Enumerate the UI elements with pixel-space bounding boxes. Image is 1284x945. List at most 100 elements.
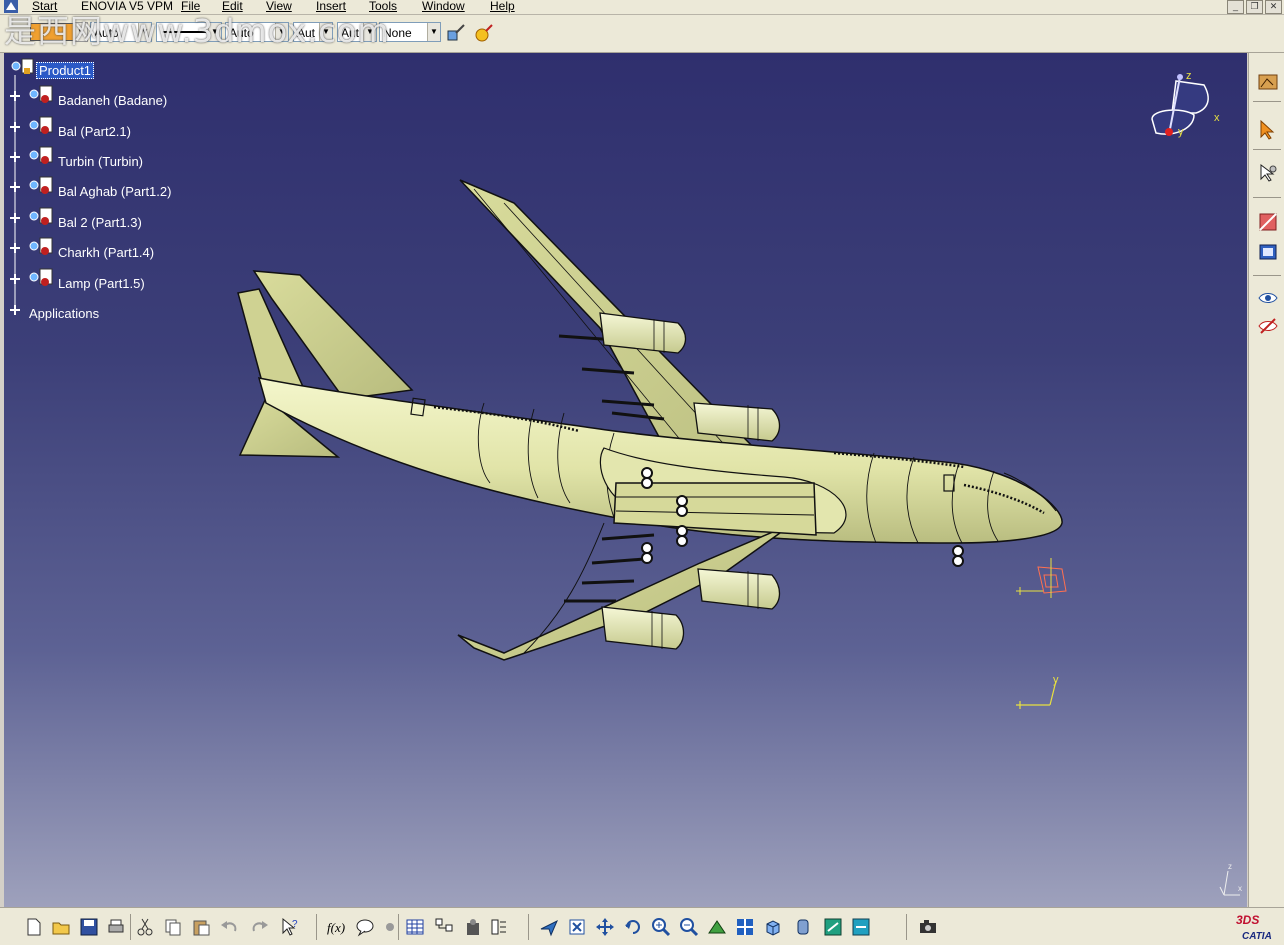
compass-x-label: x [1214, 112, 1220, 124]
minimize-icon[interactable]: _ [1227, 0, 1244, 14]
restore-icon[interactable]: ❐ [1246, 0, 1263, 14]
catalog-icon[interactable] [1257, 241, 1279, 263]
logo-mark-text: 3DS [1236, 913, 1259, 927]
origin-marker[interactable] [1016, 558, 1067, 598]
chevron-down-icon: ▼ [427, 23, 440, 41]
menu-enovia[interactable]: ENOVIA V5 VPM [81, 0, 173, 13]
workbench-icon[interactable] [1257, 71, 1279, 93]
open-icon[interactable] [51, 917, 71, 937]
compass-widget[interactable]: z x y [1144, 69, 1234, 151]
toolbar-separator [1253, 197, 1281, 198]
transparency-value: Auto [94, 26, 119, 40]
chevron-down-icon: ▼ [363, 23, 376, 41]
painter-brush-icon[interactable] [446, 23, 466, 43]
menu-file[interactable]: File [181, 0, 200, 13]
fly-mode-icon[interactable] [539, 917, 559, 937]
standard-toolbar: ? f(x) 3DS CATIA [0, 907, 1284, 945]
mini-axis-icon: z x [1219, 862, 1242, 896]
menu-start[interactable]: Start [32, 0, 57, 13]
menu-view-label: View [266, 0, 292, 13]
compass-z-label: z [1186, 70, 1192, 82]
svg-text:f(x): f(x) [327, 920, 345, 935]
catia-logo: 3DS CATIA [1236, 913, 1272, 942]
pan-icon[interactable] [595, 917, 615, 937]
chevron-down-icon: ▼ [275, 23, 288, 41]
hide-icon[interactable] [823, 917, 843, 937]
menu-insert[interactable]: Insert [316, 0, 346, 13]
redo-icon[interactable] [250, 917, 270, 937]
swap-visible-icon[interactable] [1257, 315, 1279, 337]
hide-show-icon[interactable] [1257, 287, 1279, 309]
cut-icon[interactable] [135, 917, 155, 937]
scan-icon[interactable] [463, 917, 483, 937]
whats-this-icon[interactable]: ? [280, 917, 300, 937]
mini-axis-x-label: x [1238, 884, 1242, 893]
formula-icon[interactable]: f(x) [326, 917, 346, 937]
menu-file-label: File [181, 0, 201, 13]
select-icon[interactable] [1257, 119, 1279, 141]
new-icon[interactable] [24, 917, 44, 937]
section-icon[interactable] [1257, 211, 1279, 233]
layer-combo[interactable]: Aut ▼ [337, 22, 377, 42]
chevron-down-icon: ▼ [319, 23, 332, 41]
catia-app-icon[interactable] [4, 0, 18, 13]
zoom-in-icon[interactable] [651, 917, 671, 937]
linetype-combo[interactable]: ▼ [156, 22, 222, 42]
fit-all-icon[interactable] [567, 917, 587, 937]
menu-tools[interactable]: Tools [369, 0, 397, 13]
comment-icon[interactable] [355, 917, 375, 937]
menu-tools-label: Tools [369, 0, 398, 13]
sequence-icon[interactable] [490, 917, 510, 937]
capture-icon[interactable] [918, 917, 938, 937]
tree-expand-icon[interactable] [434, 917, 454, 937]
normal-view-icon[interactable] [707, 917, 727, 937]
menu-start-label: Start [32, 0, 58, 13]
toolbar-separator [906, 914, 907, 940]
line-thickness-combo[interactable]: Auto ▼ [225, 22, 289, 42]
rotate-icon[interactable] [623, 917, 643, 937]
table-icon[interactable] [405, 917, 425, 937]
knowledge-icon[interactable] [380, 917, 400, 937]
close-icon[interactable]: ✕ [1265, 0, 1282, 14]
toolbar-separator [1253, 275, 1281, 276]
print-icon[interactable] [106, 917, 126, 937]
fill-color-swatch[interactable] [30, 23, 74, 41]
iso-view-icon[interactable] [763, 917, 783, 937]
point-symbol-value: Aut [297, 26, 316, 40]
snap-icon[interactable] [1257, 163, 1279, 185]
menu-bar: Start ENOVIA V5 VPM File Edit View Inser… [0, 0, 1284, 15]
render-style-value: None [383, 26, 412, 40]
chevron-down-icon: ▼ [138, 23, 151, 41]
point-symbol-combo[interactable]: Aut ▼ [293, 22, 333, 42]
toolbar-separator [528, 914, 529, 940]
zoom-out-icon[interactable] [679, 917, 699, 937]
menu-view[interactable]: View [266, 0, 292, 13]
paste-icon[interactable] [191, 917, 211, 937]
menu-window-label: Window [422, 0, 465, 13]
compass-y-label: y [1178, 126, 1184, 138]
shading-icon[interactable] [793, 917, 813, 937]
menu-help[interactable]: Help [490, 0, 515, 13]
chevron-down-icon: ▼ [208, 23, 221, 41]
magic-wand-icon[interactable] [474, 23, 494, 43]
menu-insert-label: Insert [316, 0, 347, 13]
logo-brand-text: CATIA [1242, 931, 1272, 942]
menu-edit-label: Edit [222, 0, 243, 13]
menu-window[interactable]: Window [422, 0, 465, 13]
multi-view-icon[interactable] [735, 917, 755, 937]
3d-viewport[interactable]: Product1 Badaneh (Badane) Bal (Part2.1) … [4, 53, 1247, 907]
airplane-model[interactable]: y [4, 53, 1247, 907]
copy-icon[interactable] [163, 917, 183, 937]
transparency-combo[interactable]: Auto ▼ [90, 22, 152, 42]
svg-text:?: ? [292, 919, 298, 930]
toolbar-separator [316, 914, 317, 940]
axis-triad-y-label: y [1053, 674, 1059, 686]
render-style-combo[interactable]: None ▼ [379, 22, 441, 42]
save-icon[interactable] [79, 917, 99, 937]
swap-icon[interactable] [851, 917, 871, 937]
fill-color-arrow[interactable]: ▼ [74, 22, 88, 42]
undo-icon[interactable] [219, 917, 239, 937]
window-controls: _ ❐ ✕ [1227, 0, 1282, 14]
menu-edit[interactable]: Edit [222, 0, 243, 13]
axis-triad[interactable] [1016, 680, 1057, 709]
